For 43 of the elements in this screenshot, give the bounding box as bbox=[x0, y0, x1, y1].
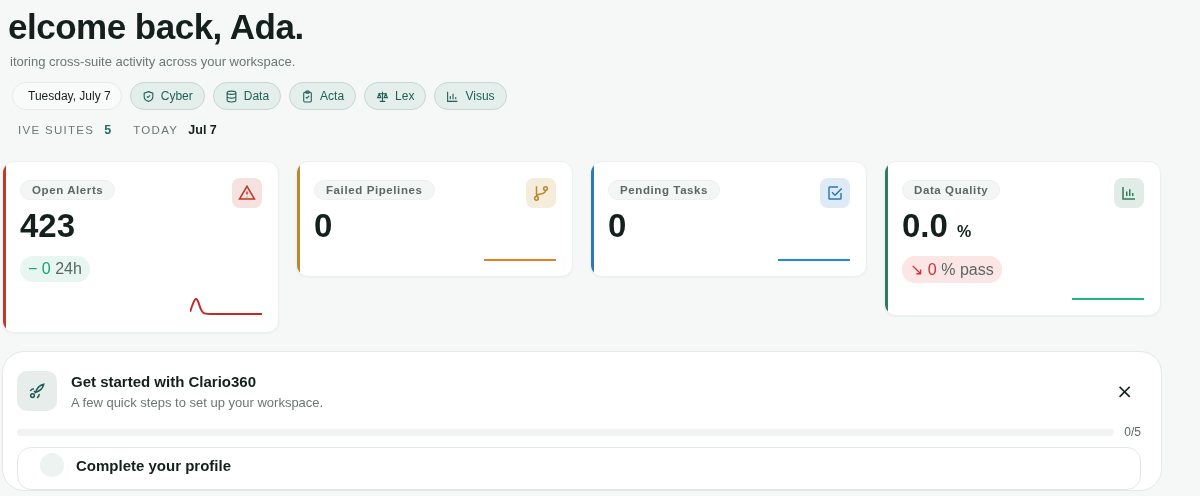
step-label: Complete your profile bbox=[76, 456, 232, 474]
metric-value: 0 bbox=[314, 208, 333, 244]
metric-label: Data Quality bbox=[902, 180, 1001, 200]
metric-label: Failed Pipelines bbox=[314, 180, 435, 200]
progress-count: 0/5 bbox=[1124, 425, 1141, 439]
sparkline bbox=[190, 296, 262, 318]
step-row[interactable]: Complete your profile bbox=[17, 447, 1141, 490]
metric-label: Pending Tasks bbox=[608, 180, 721, 200]
page-title: elcome back, Ada. bbox=[8, 6, 305, 48]
metric-value: 0.0 bbox=[902, 208, 948, 244]
shield-icon bbox=[141, 89, 155, 103]
scale-icon bbox=[376, 89, 390, 103]
stat-value: 5 bbox=[104, 123, 112, 137]
suite-chip[interactable]: Cyber bbox=[129, 82, 205, 110]
page-subtitle: itoring cross-suite activity across your workspace. bbox=[10, 54, 297, 69]
suite-chip[interactable]: Visus bbox=[434, 82, 507, 110]
metric-value: 423 bbox=[20, 208, 76, 244]
rocket-icon bbox=[28, 382, 46, 400]
suite-chip[interactable]: Lex bbox=[364, 82, 427, 110]
clipboard-icon bbox=[301, 89, 315, 103]
suite-chip[interactable]: Acta bbox=[289, 82, 357, 110]
metric-value: 0 bbox=[608, 208, 627, 244]
warning-icon bbox=[238, 184, 256, 202]
checkbox-icon bbox=[826, 184, 844, 202]
sparkline bbox=[484, 258, 556, 262]
metric-unit: % bbox=[956, 223, 972, 241]
close-button[interactable]: × bbox=[1108, 379, 1141, 403]
suite-chip[interactable]: Data bbox=[212, 82, 282, 110]
sparkline bbox=[778, 258, 850, 262]
bar-chart-icon bbox=[1120, 184, 1138, 202]
onboarding-subtitle: A few quick steps to set up your workspace. bbox=[71, 394, 325, 410]
branch-icon bbox=[532, 184, 550, 202]
delta-badge: ↘ 0 % pass bbox=[902, 256, 1002, 283]
metric-label: Open Alerts bbox=[20, 180, 116, 200]
stat-label: TODAY bbox=[133, 124, 179, 136]
sparkline bbox=[1072, 297, 1144, 301]
stat-value: Jul 7 bbox=[188, 123, 217, 137]
delta-badge: − 0 24h bbox=[20, 256, 90, 282]
stat-label: IVE SUITES bbox=[18, 124, 95, 136]
date-chip[interactable]: Tuesday, July 7 bbox=[12, 82, 122, 110]
database-icon bbox=[224, 89, 238, 103]
onboarding-title: Get started with Clario360 bbox=[71, 372, 258, 390]
bar-chart-icon bbox=[446, 89, 460, 103]
